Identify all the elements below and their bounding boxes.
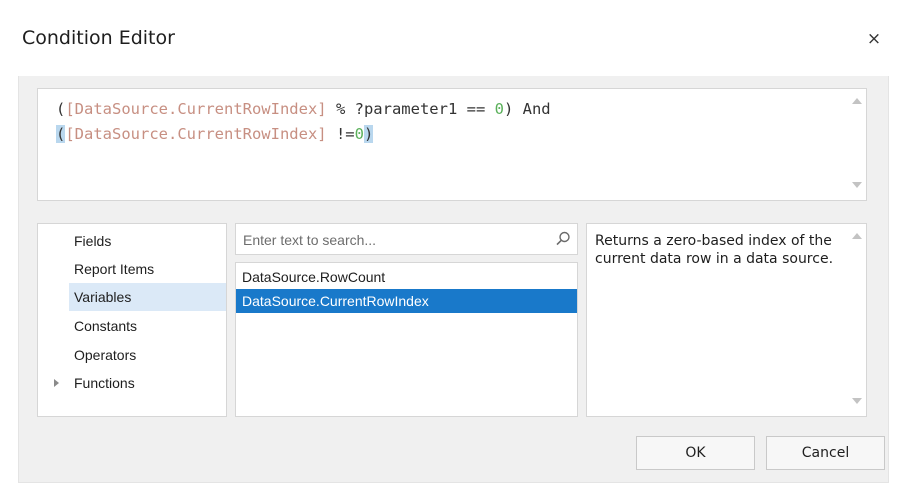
code-line-2: ([DataSource.CurrentRowIndex] !=0) [56,125,374,143]
code-line-1: ([DataSource.CurrentRowIndex] % ?paramet… [56,100,551,118]
operator-token: ) And [503,100,551,118]
category-item-operators[interactable]: Operators [38,341,226,369]
list-item-currentrowindex[interactable]: DataSource.CurrentRowIndex [236,289,577,313]
operator-token: % ?parameter1 == [326,100,495,118]
number-token: 0 [354,125,364,143]
cancel-button[interactable]: Cancel [766,436,885,470]
expression-text[interactable]: ([DataSource.CurrentRowIndex] % ?paramet… [56,97,551,147]
field-token: [DataSource.CurrentRowIndex] [65,125,327,143]
operator-token: != [326,125,355,143]
category-list: Fields Report Items Variables Constants … [37,223,227,417]
condition-editor-dialog: Condition Editor × ([DataSource.CurrentR… [0,0,905,499]
description-panel: Returns a zero-based index of the curren… [586,223,867,417]
field-token: [DataSource.CurrentRowIndex] [65,100,327,118]
list-item-rowcount[interactable]: DataSource.RowCount [236,265,577,289]
category-label: Variables [74,289,132,305]
scroll-up-icon[interactable] [852,233,862,239]
category-item-variables[interactable]: Variables [69,283,226,311]
search-icon[interactable] [554,230,572,248]
scroll-up-icon[interactable] [852,98,862,104]
paren-token: ( [56,125,66,143]
paren-token: ) [363,125,374,143]
search-box [235,223,578,255]
category-label: Fields [74,233,112,249]
category-label: Operators [74,347,137,363]
category-item-constants[interactable]: Constants [38,312,226,340]
category-label: Functions [74,375,135,391]
scroll-down-icon[interactable] [852,398,862,404]
expression-editor[interactable]: ([DataSource.CurrentRowIndex] % ?paramet… [37,88,867,201]
paren-token: ( [56,100,66,118]
category-item-report-items[interactable]: Report Items [38,255,226,283]
expand-arrow-icon[interactable] [54,379,59,387]
dialog-title: Condition Editor [22,27,175,49]
editor-scrollbar[interactable] [848,89,866,200]
item-list: DataSource.RowCount DataSource.CurrentRo… [235,262,578,417]
title-bar: Condition Editor × [0,0,905,76]
category-item-functions[interactable]: Functions [38,369,226,397]
category-label: Constants [74,318,138,334]
description-text: Returns a zero-based index of the curren… [595,233,834,267]
search-input[interactable] [241,228,545,252]
scroll-down-icon[interactable] [852,182,862,188]
ok-button[interactable]: OK [636,436,755,470]
number-token: 0 [494,100,504,118]
category-label: Report Items [74,261,155,277]
description-scrollbar[interactable] [848,224,866,416]
category-item-fields[interactable]: Fields [38,227,226,255]
close-icon[interactable]: × [862,27,886,51]
